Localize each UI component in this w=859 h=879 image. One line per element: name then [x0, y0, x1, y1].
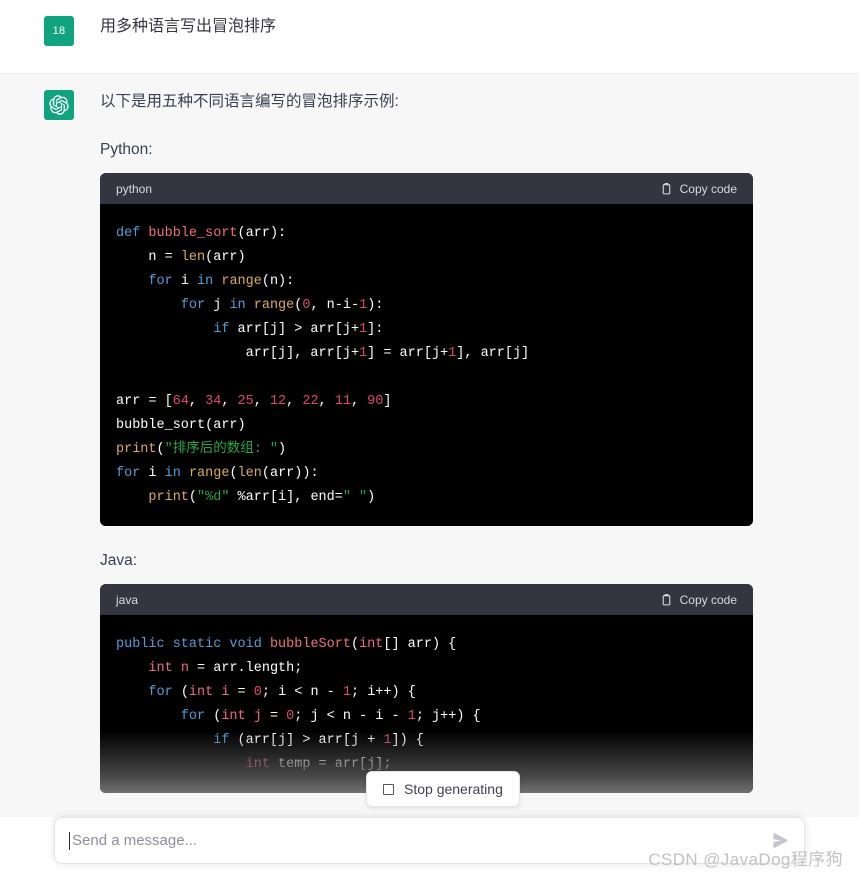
- code-block-header: python Copy code: [100, 173, 753, 204]
- chat-window: 18 用多种语言写出冒泡排序 以下是用五种不同语言编写的冒泡排序示例:: [0, 0, 859, 879]
- copy-code-label: Copy code: [680, 593, 737, 607]
- copy-code-label: Copy code: [680, 182, 737, 196]
- code-language-label: java: [116, 593, 138, 607]
- spacer: [100, 526, 819, 548]
- chatgpt-logo-icon: [44, 90, 74, 120]
- spacer: [100, 115, 819, 137]
- user-message-body: 用多种语言写出冒泡排序: [100, 14, 819, 59]
- send-paper-plane-icon[interactable]: [773, 833, 790, 848]
- stop-generating-label: Stop generating: [404, 781, 503, 797]
- user-message-row: 18 用多种语言写出冒泡排序: [0, 0, 859, 74]
- section-heading-python: Python:: [100, 137, 819, 163]
- clipboard-icon: [660, 182, 673, 196]
- assistant-intro-text: 以下是用五种不同语言编写的冒泡排序示例:: [100, 89, 819, 115]
- clipboard-icon: [660, 593, 673, 607]
- stop-square-icon: [383, 784, 394, 795]
- conversation-scroll-area[interactable]: 18 用多种语言写出冒泡排序 以下是用五种不同语言编写的冒泡排序示例:: [0, 0, 859, 879]
- user-message-text: 用多种语言写出冒泡排序: [100, 15, 819, 39]
- user-avatar-label: 18: [53, 25, 66, 37]
- code-block-java: java Copy code: [100, 584, 753, 793]
- code-content-java[interactable]: public static void bubbleSort(int[] arr)…: [100, 615, 753, 793]
- copy-code-button[interactable]: Copy code: [660, 593, 737, 607]
- section-heading-java: Java:: [100, 548, 819, 574]
- user-avatar: 18: [44, 16, 74, 46]
- code-language-label: python: [116, 182, 152, 196]
- message-input[interactable]: [70, 832, 773, 849]
- code-content-python[interactable]: def bubble_sort(arr): n = len(arr) for i…: [100, 204, 753, 526]
- assistant-message-body: 以下是用五种不同语言编写的冒泡排序示例: Python: python: [100, 88, 819, 879]
- stop-generating-button[interactable]: Stop generating: [366, 771, 520, 807]
- assistant-message-row: 以下是用五种不同语言编写的冒泡排序示例: Python: python: [0, 74, 859, 879]
- code-block-python: python Copy code: [100, 173, 753, 526]
- code-block-header: java Copy code: [100, 584, 753, 615]
- message-composer[interactable]: [54, 817, 805, 864]
- copy-code-button[interactable]: Copy code: [660, 182, 737, 196]
